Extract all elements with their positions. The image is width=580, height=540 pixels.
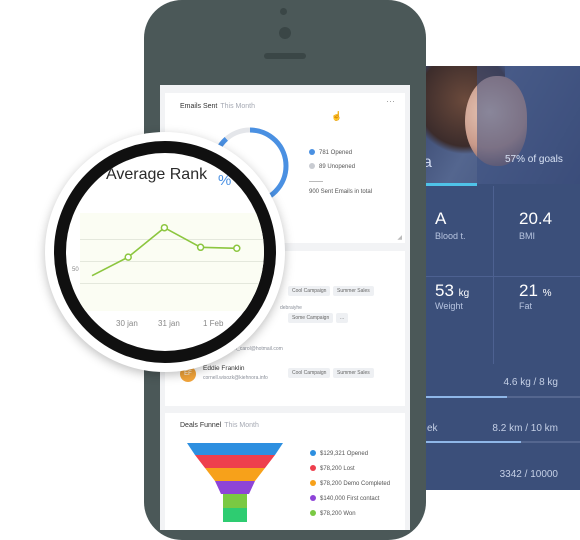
funnel-dot-demo (310, 480, 316, 486)
speaker-grille (264, 53, 306, 59)
legend-opened: 781 Opened (309, 149, 352, 156)
metric-weight-value: 53 kg (435, 281, 470, 300)
legend-opened-dot (309, 149, 315, 155)
x-tick-31-jan: 31 jan (158, 319, 180, 328)
funnel-stage-lost (195, 455, 275, 468)
average-rank-point (124, 253, 132, 261)
funnel-stage-first-contact (215, 481, 255, 494)
health-dashboard-panel: a 57% of goals A Blood t. 20.4 BMI 53 kg… (405, 66, 580, 490)
deals-funnel-chart (187, 443, 283, 522)
funnel-stage-demo (205, 468, 265, 481)
distance-progress-label: 8.2 km / 10 km (492, 423, 558, 434)
steps-progress-label: 3342 / 10000 (499, 469, 558, 480)
funnel-legend-demo: $78,200 Demo Completed (310, 480, 390, 487)
funnel-stage-extra (223, 508, 247, 522)
tag-cool-campaign[interactable]: Cool Campaign (288, 286, 331, 296)
distance-label-fragment: ek (427, 423, 438, 434)
sensor-dot (280, 8, 287, 15)
funnel-dot-opened (310, 450, 316, 456)
funnel-dot-first-contact (310, 495, 316, 501)
average-rank-series-line (91, 226, 237, 277)
funnel-legend-opened: $129,321 Opened (310, 450, 368, 457)
emails-total: 900 Sent Emails in total (309, 189, 373, 195)
funnel-dot-lost (310, 465, 316, 471)
funnel-legend-lost: $78,200 Lost (310, 465, 355, 472)
metric-weight-label: Weight (435, 301, 463, 311)
resize-handle-icon: ◢ (397, 235, 402, 241)
tag-some-campaign[interactable]: Some Campaign (288, 313, 334, 323)
cursor-icon: ☝ (331, 111, 343, 121)
metric-bmi-value: 20.4 (519, 209, 553, 228)
x-tick-1-feb: 1 Feb (203, 319, 224, 328)
ellipsis-icon[interactable]: ··· (386, 96, 395, 106)
legend-unopened: 89 Unopened (309, 163, 355, 170)
metric-bmi-label: BMI (519, 231, 536, 241)
tag-cool-campaign-2[interactable]: Cool Campaign (288, 368, 331, 378)
front-camera (279, 27, 291, 39)
contact-email-partial: debraiyhe (280, 305, 302, 311)
metric-blood-label: Blood t. (435, 231, 466, 241)
metric-fat-value: 21 % (519, 281, 552, 300)
tag-more[interactable]: ... (336, 313, 349, 323)
funnel-stage-won (223, 494, 247, 508)
average-rank-point (160, 223, 169, 232)
funnel-card-title: Deals Funnel This Month (180, 422, 259, 429)
legend-unopened-dot (309, 163, 315, 169)
tag-summer-sales[interactable]: Summer Sales (333, 286, 374, 296)
metric-fat-label: Fat (519, 301, 533, 311)
funnel-legend-won: $78,200 Won (310, 510, 356, 517)
metric-blood-value: A (435, 209, 447, 228)
contact-email[interactable]: cornell.wisozk@kiehnora.info (203, 375, 268, 381)
funnel-stage-opened (187, 443, 283, 455)
emails-card-title: Emails Sent This Month (180, 103, 255, 110)
funnel-legend-first-contact: $140,000 First contact (310, 495, 379, 502)
deals-funnel-card: Deals Funnel This Month $129,321 Opened $… (165, 413, 405, 530)
contact-name[interactable]: Eddie Franklin (203, 365, 245, 372)
x-tick-30-jan: 30 jan (116, 319, 138, 328)
legend-divider (309, 181, 323, 182)
weight-progress-label: 4.6 kg / 8 kg (503, 377, 558, 388)
magnifier-lens: Average Rank % 50 30 jan 31 jan 1 Feb (54, 141, 276, 363)
funnel-dot-won (310, 510, 316, 516)
average-rank-point (233, 244, 241, 253)
tag-summer-sales-2[interactable]: Summer Sales (333, 368, 374, 378)
average-rank-point (196, 243, 205, 252)
goal-progress-text: 57% of goals (505, 154, 563, 165)
